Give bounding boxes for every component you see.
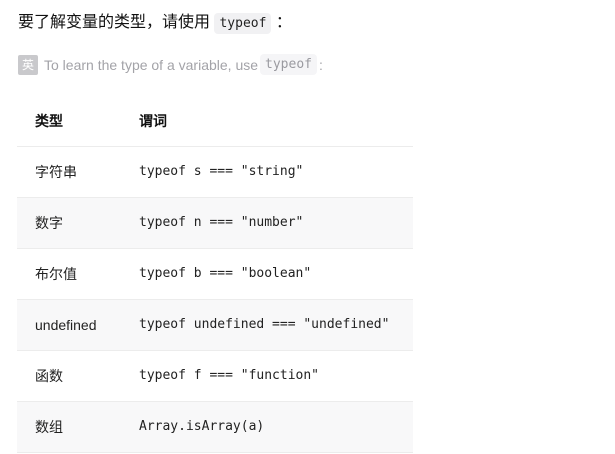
translation-suffix: : [319, 56, 323, 73]
table-header-row: 类型 谓词 [17, 96, 413, 147]
cell-type: 函数 [17, 350, 121, 402]
intro-line: 要了解变量的类型，请使用 typeof ： [18, 9, 292, 38]
cell-type: undefined [17, 299, 121, 351]
table-row: undefined typeof undefined === "undefine… [17, 299, 413, 351]
table-row: 字符串 typeof s === "string" [17, 146, 413, 198]
inline-code-typeof: typeof [214, 13, 272, 34]
table-row: 数字 typeof n === "number" [17, 197, 413, 249]
table-row: 布尔值 typeof b === "boolean" [17, 248, 413, 300]
table-row: 函数 typeof f === "function" [17, 350, 413, 402]
cell-type: 数字 [17, 197, 121, 249]
header-predicate: 谓词 [121, 96, 413, 147]
translation-line: 英 To learn the type of a variable, use t… [18, 54, 323, 75]
cell-predicate: typeof s === "string" [121, 146, 413, 198]
cell-type: 字符串 [17, 146, 121, 198]
cell-predicate: typeof b === "boolean" [121, 248, 413, 300]
cell-predicate: typeof n === "number" [121, 197, 413, 249]
intro-text: 要了解变量的类型，请使用 [18, 14, 211, 31]
header-type: 类型 [17, 96, 121, 147]
type-predicate-table: 类型 谓词 字符串 typeof s === "string" 数字 typeo… [17, 96, 413, 453]
cell-predicate: Array.isArray(a) [121, 401, 413, 453]
cell-predicate: typeof undefined === "undefined" [121, 299, 413, 351]
cell-type: 数组 [17, 401, 121, 453]
cell-type: 布尔值 [17, 248, 121, 300]
translation-inline-code: typeof [260, 54, 317, 75]
intro-suffix: ： [275, 14, 292, 31]
cell-predicate: typeof f === "function" [121, 350, 413, 402]
table-row: 数组 Array.isArray(a) [17, 401, 413, 453]
translation-badge: 英 [18, 54, 38, 75]
translation-text: To learn the type of a variable, use [44, 56, 259, 73]
